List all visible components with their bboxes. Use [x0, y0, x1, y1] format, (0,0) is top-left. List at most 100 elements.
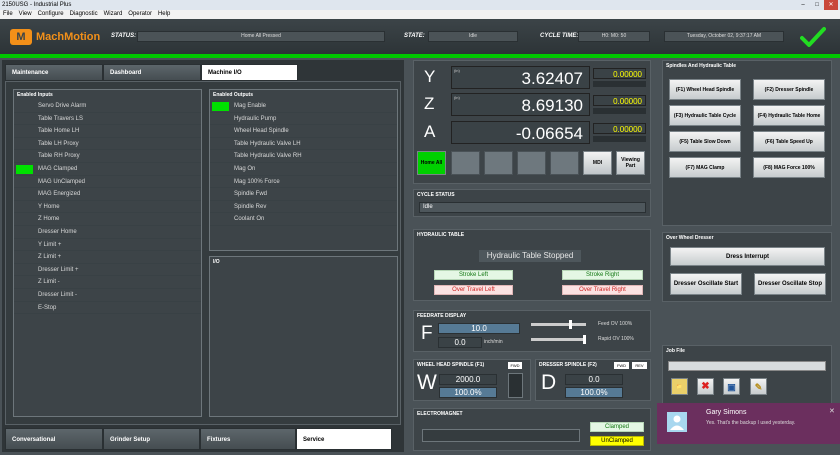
- axis-z-load-bar: [593, 108, 646, 114]
- menu-diagnostic[interactable]: Diagnostic: [67, 10, 101, 19]
- spindle-function-button-1[interactable]: (F1) Wheel Head Spindle: [669, 79, 741, 100]
- cycle-status-title: CYCLE STATUS: [417, 192, 455, 198]
- home-all-button[interactable]: Home All: [417, 151, 446, 175]
- feedrate-unit: inch/min: [484, 339, 503, 345]
- unclamped-indicator: UnClamped: [590, 436, 644, 446]
- dro-spare-button-3[interactable]: [517, 151, 546, 175]
- wheel-letter: W: [417, 371, 437, 394]
- dro-spare-button-1[interactable]: [451, 151, 480, 175]
- enabled-outputs-group: Enabled Outputs Mag Enable Hydraulic Pump…: [209, 89, 398, 251]
- tab-conversational[interactable]: Conversational: [5, 428, 103, 450]
- spindle-function-button-2[interactable]: (F2) Dresser Spindle: [753, 79, 825, 100]
- person-icon: [670, 415, 684, 430]
- dresser-oscillate-stop-button[interactable]: Dresser Oscillate Stop: [754, 273, 826, 295]
- output-row: Coolant On: [210, 213, 397, 226]
- dro-spare-button-2[interactable]: [484, 151, 513, 175]
- input-label: Table Home LH: [38, 128, 80, 135]
- spindle-function-button-4[interactable]: (F4) Hydraulic Table Home: [753, 105, 825, 126]
- output-indicator-lamp: [212, 190, 229, 199]
- feed-ov-slider-knob[interactable]: [569, 320, 573, 329]
- axis-z-position[interactable]: 8.69130: [451, 93, 590, 116]
- input-indicator-lamp: [16, 164, 33, 174]
- tab-dashboard[interactable]: Dashboard: [103, 64, 201, 81]
- output-row: Spindle Rev: [210, 201, 397, 214]
- menu-operator[interactable]: Operator: [125, 10, 155, 19]
- notification-close-icon[interactable]: ✕: [829, 407, 835, 415]
- dress-interrupt-button[interactable]: Dress Interrupt: [670, 247, 825, 266]
- dresser-spindle-panel: DRESSER SPINDLE (F2) FWD REV D 0.0 100.0…: [535, 359, 651, 401]
- output-label: Hydraulic Pump: [234, 115, 277, 122]
- menu-help[interactable]: Help: [155, 10, 173, 19]
- window-titlebar: 2150USG - Industrial Plus – □ ✕: [0, 0, 840, 10]
- feed-ov-slider[interactable]: [531, 320, 586, 329]
- output-indicator-lamp: [212, 178, 229, 187]
- tab-fixtures[interactable]: Fixtures: [200, 428, 296, 450]
- tab-service[interactable]: Service: [296, 428, 392, 450]
- dro-spare-button-4[interactable]: [550, 151, 579, 175]
- input-row: MAG Energized: [14, 188, 201, 201]
- input-row: Z Home: [14, 213, 201, 226]
- axis-y-offset[interactable]: 0.00000: [593, 68, 646, 79]
- viewing-part-button[interactable]: Viewing Part: [616, 151, 645, 175]
- dresser-oscillate-start-button[interactable]: Dresser Oscillate Start: [670, 273, 742, 295]
- input-indicator-lamp: [16, 253, 33, 262]
- input-indicator-lamp: [16, 228, 33, 237]
- menu-file[interactable]: File: [0, 10, 16, 19]
- input-indicator-lamp: [16, 241, 33, 250]
- output-row: Table Hydraulic Valve RH: [210, 150, 397, 163]
- output-indicator-lamp: [212, 152, 229, 161]
- feedrate-panel: FEEDRATE DISPLAY F 10.0 0.0 inch/min Fee…: [413, 310, 651, 352]
- tab-maintenance[interactable]: Maintenance: [5, 64, 103, 81]
- rapid-ov-slider-knob[interactable]: [583, 335, 586, 344]
- window-title: 2150USG - Industrial Plus: [2, 2, 72, 8]
- feedrate-letter: F: [421, 323, 433, 344]
- close-icon[interactable]: ✕: [824, 0, 838, 10]
- notification-message: Yes. That's the backup I used yesterday.: [706, 420, 796, 426]
- job-file-input[interactable]: [668, 361, 826, 371]
- spindle-function-button-5[interactable]: (F5) Table Slow Down: [669, 131, 741, 152]
- axis-z-offset[interactable]: 0.00000: [593, 95, 646, 106]
- axis-unit-label: (in): [454, 95, 460, 100]
- input-label: Servo Drive Alarm: [38, 103, 87, 109]
- output-label: Wheel Head Spindle: [234, 128, 289, 135]
- enabled-inputs-group: Enabled Inputs Servo Drive Alarm Table Tr…: [13, 89, 202, 417]
- menu-view[interactable]: View: [16, 10, 35, 19]
- output-row: Hydraulic Pump: [210, 113, 397, 126]
- spindle-function-button-3[interactable]: (F3) Hydraulic Table Cycle: [669, 105, 741, 126]
- tab-grinder-setup[interactable]: Grinder Setup: [103, 428, 200, 450]
- open-folder-icon[interactable]: 📁: [671, 378, 688, 395]
- input-indicator-lamp: [16, 152, 33, 161]
- rapid-ov-slider[interactable]: [531, 335, 586, 344]
- axis-a-position[interactable]: -0.06654: [451, 121, 590, 144]
- chat-notification[interactable]: Gary Simons Yes. That's the backup I use…: [657, 403, 840, 444]
- save-icon[interactable]: ▣: [723, 378, 740, 395]
- axis-a-offset[interactable]: 0.00000: [593, 123, 646, 134]
- spindle-function-button-8[interactable]: (F8) MAG Force 100%: [753, 157, 825, 178]
- minimize-icon[interactable]: –: [796, 0, 810, 10]
- maximize-icon[interactable]: □: [810, 0, 824, 10]
- over-travel-right-indicator: Over Travel Right: [562, 285, 643, 295]
- close-file-icon[interactable]: ✖: [697, 378, 714, 395]
- dresser-override: 100.0%: [565, 387, 623, 398]
- mdi-button[interactable]: MDI: [583, 151, 612, 175]
- tab-machine-io[interactable]: Machine I/O: [201, 64, 298, 81]
- menu-configure[interactable]: Configure: [35, 10, 67, 19]
- spindle-function-button-6[interactable]: (F6) Table Speed Up: [753, 131, 825, 152]
- axis-y-position[interactable]: 3.62407: [451, 66, 590, 89]
- input-row: Table Home LH: [14, 125, 201, 138]
- input-indicator-lamp: [16, 278, 33, 287]
- enabled-inputs-title: Enabled Inputs: [17, 92, 53, 98]
- input-label: Z Limit +: [38, 254, 62, 261]
- edit-file-icon[interactable]: ✎: [750, 378, 767, 395]
- input-indicator-lamp: [16, 190, 33, 199]
- menu-wizard[interactable]: Wizard: [101, 10, 126, 19]
- output-row: Table Hydraulic Valve LH: [210, 138, 397, 151]
- hydraulic-title: HYDRAULIC TABLE: [417, 232, 465, 238]
- avatar: [667, 412, 687, 432]
- spindle-function-button-7[interactable]: (F7) MAG Clamp: [669, 157, 741, 178]
- input-indicator-lamp: [16, 304, 33, 313]
- output-label: Coolant On: [234, 216, 265, 223]
- dresser-letter: D: [541, 371, 557, 394]
- logo-text: MachMotion: [36, 31, 101, 43]
- cycle-status-value: Idle: [419, 202, 646, 213]
